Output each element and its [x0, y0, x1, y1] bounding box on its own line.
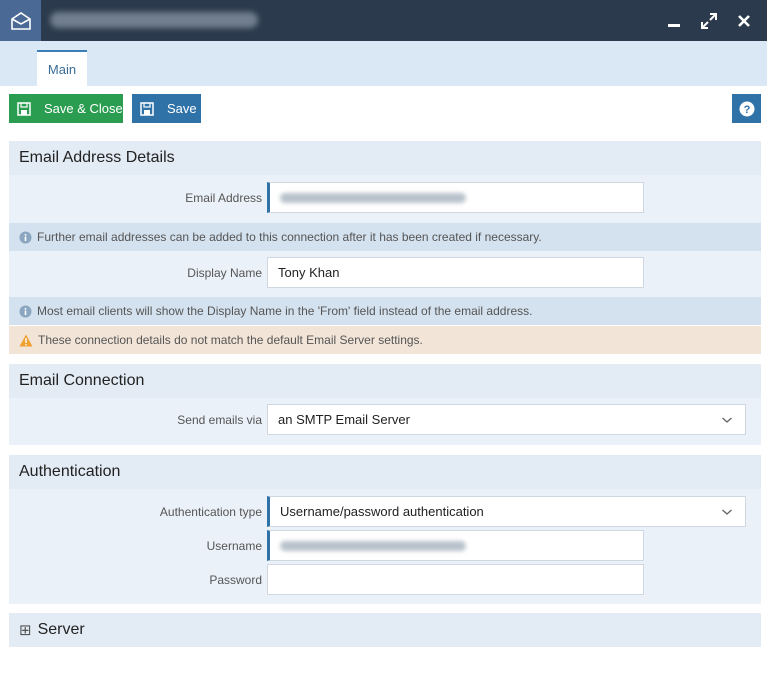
auth-type-label: Authentication type: [159, 505, 262, 519]
email-info-text: Further email addresses can be added to …: [37, 230, 542, 244]
send-via-row: Send emails via an SMTP Email Server: [9, 398, 761, 445]
info-icon: [19, 305, 32, 318]
close-button[interactable]: [729, 0, 759, 41]
display-name-row: Display Name Tony Khan: [9, 251, 761, 297]
warning-text: These connection details do not match th…: [38, 333, 423, 347]
email-address-label: Email Address: [185, 191, 262, 205]
email-address-row: Email Address: [9, 175, 761, 223]
save-close-label: Save & Close: [44, 101, 123, 116]
email-address-redacted: [280, 192, 466, 203]
svg-text:?: ?: [743, 104, 750, 116]
floppy-disk-icon: [140, 101, 154, 116]
username-label: Username: [206, 539, 262, 553]
display-name-label: Display Name: [187, 266, 262, 280]
password-label: Password: [209, 573, 262, 587]
section-title: Email Address Details: [19, 149, 175, 166]
maximize-button[interactable]: [694, 0, 724, 41]
warning-row: These connection details do not match th…: [9, 326, 761, 354]
tab-strip: Main: [0, 41, 767, 86]
email-app-icon: [0, 0, 41, 41]
password-input[interactable]: [267, 564, 644, 595]
help-icon: ?: [739, 101, 754, 116]
save-button[interactable]: Save: [132, 94, 201, 123]
email-address-input[interactable]: [267, 182, 644, 213]
section-connection-header: Email Connection: [9, 364, 761, 398]
section-email-details-header: Email Address Details: [9, 141, 761, 175]
send-via-select[interactable]: an SMTP Email Server: [267, 404, 746, 435]
section-authentication-header: Authentication: [9, 455, 761, 489]
auth-type-select[interactable]: Username/password authentication: [267, 496, 746, 527]
window-title-redacted: [50, 12, 258, 28]
section-title: Authentication: [19, 463, 121, 480]
section-title: Email Connection: [19, 372, 145, 389]
minimize-button[interactable]: [659, 0, 689, 41]
authentication-body: Authentication type Username/password au…: [9, 489, 761, 604]
display-info-row: Most email clients will show the Display…: [9, 297, 761, 325]
section-title: Server: [37, 621, 85, 638]
username-redacted: [280, 540, 466, 551]
save-label: Save: [167, 101, 197, 116]
expand-icon: ⊞: [19, 622, 32, 639]
send-via-value: an SMTP Email Server: [278, 412, 410, 427]
chevron-down-icon: [722, 509, 732, 515]
window-titlebar: [0, 0, 767, 41]
section-server-header[interactable]: ⊞ Server: [9, 613, 761, 647]
display-name-value: Tony Khan: [278, 265, 340, 280]
display-info-text: Most email clients will show the Display…: [37, 304, 533, 318]
tab-main[interactable]: Main: [37, 50, 87, 86]
send-via-label: Send emails via: [177, 413, 262, 427]
display-name-input[interactable]: Tony Khan: [267, 257, 644, 288]
chevron-down-icon: [722, 417, 732, 423]
save-close-button[interactable]: Save & Close: [9, 94, 123, 123]
warning-icon: [19, 334, 33, 347]
info-icon: [19, 231, 32, 244]
email-info-row: Further email addresses can be added to …: [9, 223, 761, 251]
floppy-disk-icon: [17, 101, 31, 116]
auth-type-value: Username/password authentication: [280, 504, 484, 519]
username-input[interactable]: [267, 530, 644, 561]
help-button[interactable]: ?: [732, 94, 761, 123]
